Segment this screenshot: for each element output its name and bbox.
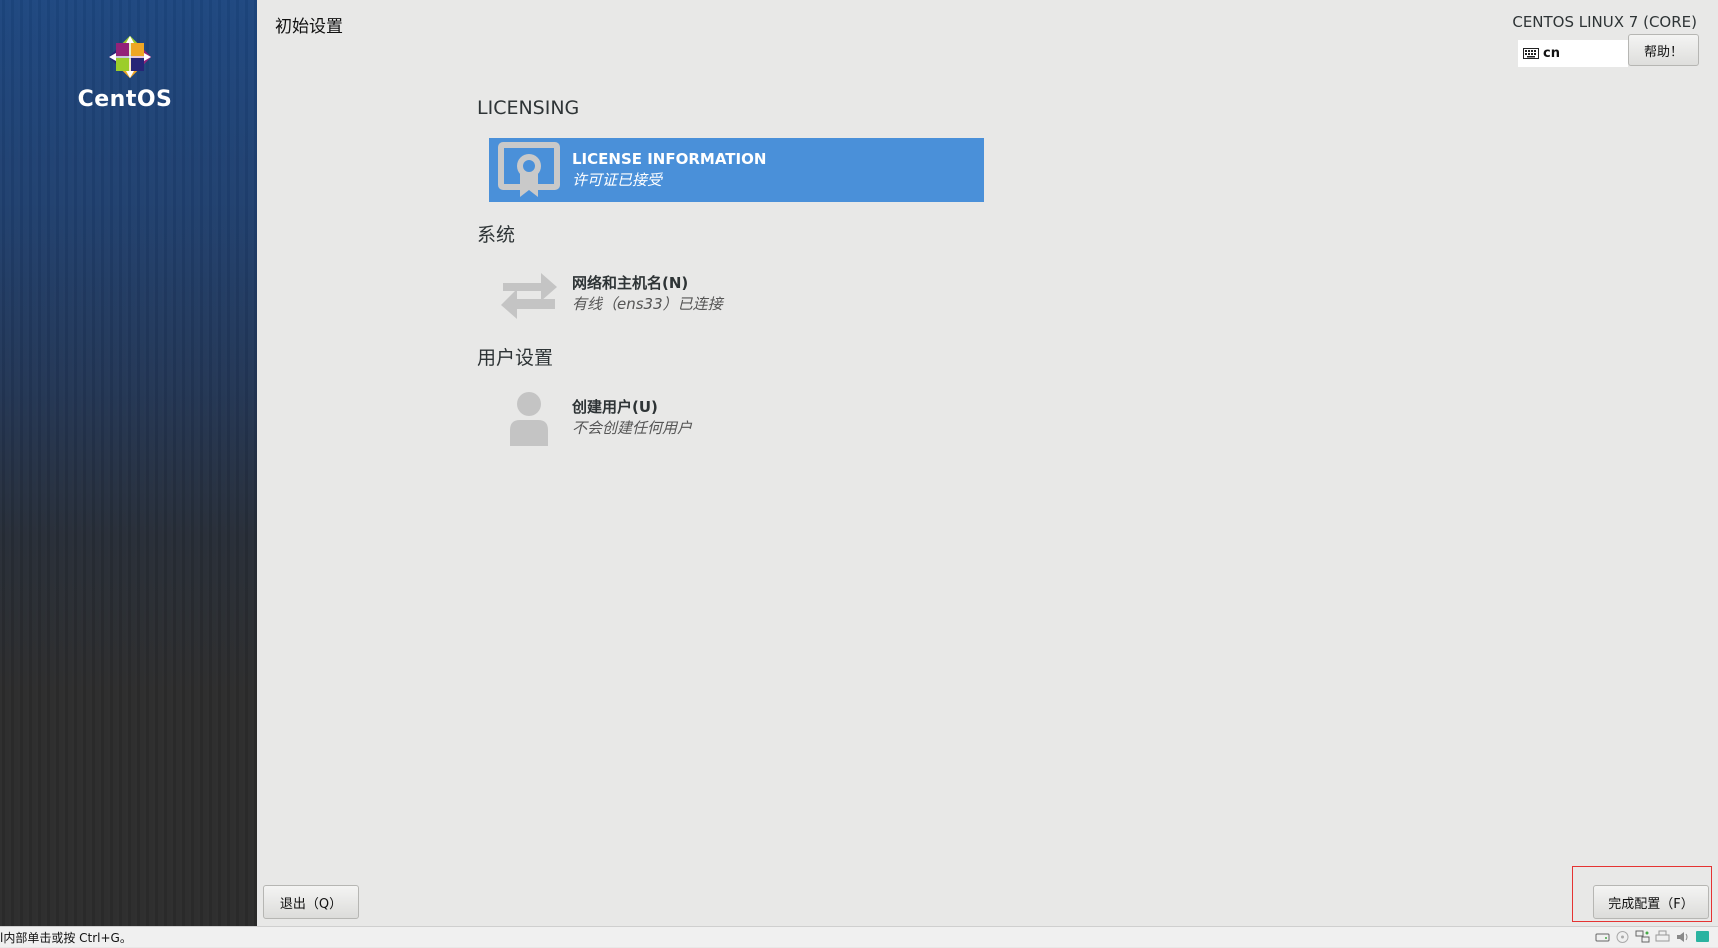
keyboard-layout-label: cn <box>1543 46 1560 61</box>
vm-status-bar: l内部单击或按 Ctrl+G。 <box>0 926 1718 947</box>
finish-configuration-button[interactable]: 完成配置（F） <box>1593 885 1709 919</box>
hard-disk-icon[interactable] <box>1595 929 1610 943</box>
spoke-license-information[interactable]: LICENSE INFORMATION 许可证已接受 <box>489 138 984 202</box>
section-title-user-settings: 用户设置 <box>477 347 554 369</box>
license-certificate-icon <box>493 138 565 202</box>
spoke-status: 许可证已接受 <box>572 171 663 189</box>
network-adapter-icon[interactable] <box>1635 929 1650 943</box>
spoke-name: 网络和主机名(N) <box>572 274 689 292</box>
centos-logo: CentOS <box>78 33 175 112</box>
sidebar: CentOS <box>0 0 257 926</box>
message-icon[interactable] <box>1695 929 1710 943</box>
spoke-create-user[interactable]: 创建用户(U) 不会创建任何用户 <box>489 386 984 450</box>
logo-text: CentOS <box>77 87 173 112</box>
spoke-name: 创建用户(U) <box>572 398 658 416</box>
section-title-system: 系统 <box>477 224 516 246</box>
keyboard-layout-indicator[interactable]: cn <box>1518 40 1628 67</box>
quit-button[interactable]: 退出（Q） <box>263 885 359 919</box>
sound-icon[interactable] <box>1675 929 1690 943</box>
device-tray <box>1595 929 1710 943</box>
printer-icon[interactable] <box>1655 929 1670 943</box>
keyboard-icon <box>1523 48 1539 59</box>
user-icon <box>493 386 565 450</box>
status-hint-text: l内部单击或按 Ctrl+G。 <box>0 931 132 945</box>
section-title-licensing: LICENSING <box>477 97 580 119</box>
spoke-status: 有线（ens33）已连接 <box>572 295 723 313</box>
network-arrows-icon <box>493 262 565 326</box>
spoke-name: LICENSE INFORMATION <box>572 150 767 168</box>
centos-emblem-icon <box>108 35 152 79</box>
spoke-status: 不会创建任何用户 <box>572 419 693 437</box>
page-title: 初始设置 <box>275 17 343 37</box>
help-button[interactable]: 帮助！ <box>1628 34 1699 66</box>
spoke-network-hostname[interactable]: 网络和主机名(N) 有线（ens33）已连接 <box>489 262 984 326</box>
cd-drive-icon[interactable] <box>1615 929 1630 943</box>
product-title: CENTOS LINUX 7 (CORE) <box>1512 13 1697 31</box>
